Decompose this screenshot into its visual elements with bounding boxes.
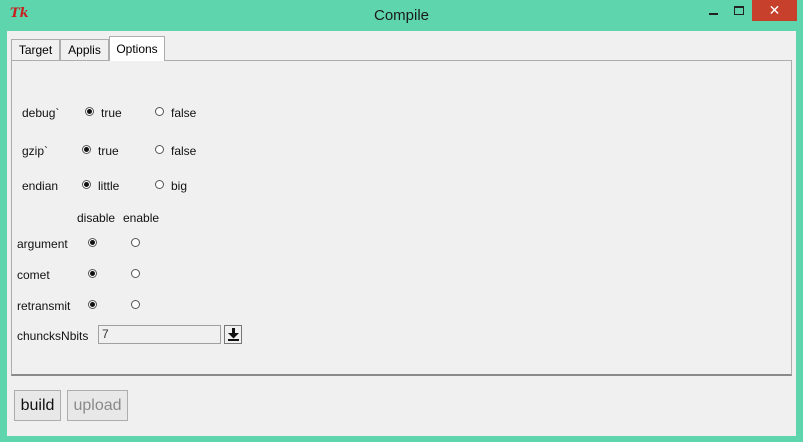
gzip-false-label[interactable]: false	[171, 144, 196, 158]
gzip-false-radio[interactable]	[155, 145, 164, 154]
gzip-true-radio[interactable]	[82, 145, 91, 154]
debug-label: debug`	[22, 106, 60, 120]
retransmit-label: retransmit	[17, 299, 71, 313]
window-client: Target Applis Options debug` true false …	[7, 31, 796, 436]
debug-true-label[interactable]: true	[101, 106, 122, 120]
close-button[interactable]: ✕	[752, 0, 797, 21]
tab-label: Options	[116, 42, 158, 56]
close-icon: ✕	[768, 2, 781, 19]
debug-false-label[interactable]: false	[171, 106, 196, 120]
endian-little-label[interactable]: little	[98, 179, 119, 193]
retransmit-enable-radio[interactable]	[131, 300, 140, 309]
tab-label: Target	[18, 43, 53, 57]
title-bar[interactable]: Tk Compile ✕	[0, 0, 803, 31]
maximize-icon	[734, 6, 744, 15]
comet-label: comet	[17, 268, 50, 282]
maximize-button[interactable]	[726, 0, 752, 21]
window-title: Compile	[373, 7, 430, 24]
argument-label: argument	[17, 237, 68, 251]
chuncks-nbits-field[interactable]: 7	[98, 325, 221, 344]
argument-disable-radio[interactable]	[88, 238, 97, 247]
tab-applis[interactable]: Applis	[60, 39, 109, 60]
tab-target[interactable]: Target	[11, 39, 60, 60]
gzip-true-label[interactable]: true	[98, 144, 119, 158]
upload-button[interactable]: upload	[67, 390, 128, 421]
endian-big-radio[interactable]	[155, 180, 164, 189]
build-button[interactable]: build	[14, 390, 61, 421]
comet-enable-radio[interactable]	[131, 269, 140, 278]
argument-enable-radio[interactable]	[131, 238, 140, 247]
download-arrow-icon	[227, 328, 239, 341]
tab-options[interactable]: Options	[109, 36, 165, 61]
enable-column-header: enable	[123, 211, 160, 225]
gzip-label: gzip`	[22, 144, 49, 158]
tab-label: Applis	[68, 43, 101, 57]
disable-column-header: disable	[77, 211, 116, 225]
endian-little-radio[interactable]	[82, 180, 91, 189]
endian-label: endian	[22, 179, 59, 193]
minimize-icon	[708, 12, 718, 15]
endian-big-label[interactable]: big	[171, 179, 187, 193]
minimize-button[interactable]	[700, 0, 726, 21]
chuncks-nbits-label: chuncksNbits	[17, 329, 89, 343]
options-panel: debug` true false gzip` true false endia…	[11, 60, 792, 376]
comet-disable-radio[interactable]	[88, 269, 97, 278]
retransmit-disable-radio[interactable]	[88, 300, 97, 309]
debug-true-radio[interactable]	[85, 107, 94, 116]
debug-false-radio[interactable]	[155, 107, 164, 116]
chuncks-nbits-select-button[interactable]	[224, 325, 242, 344]
